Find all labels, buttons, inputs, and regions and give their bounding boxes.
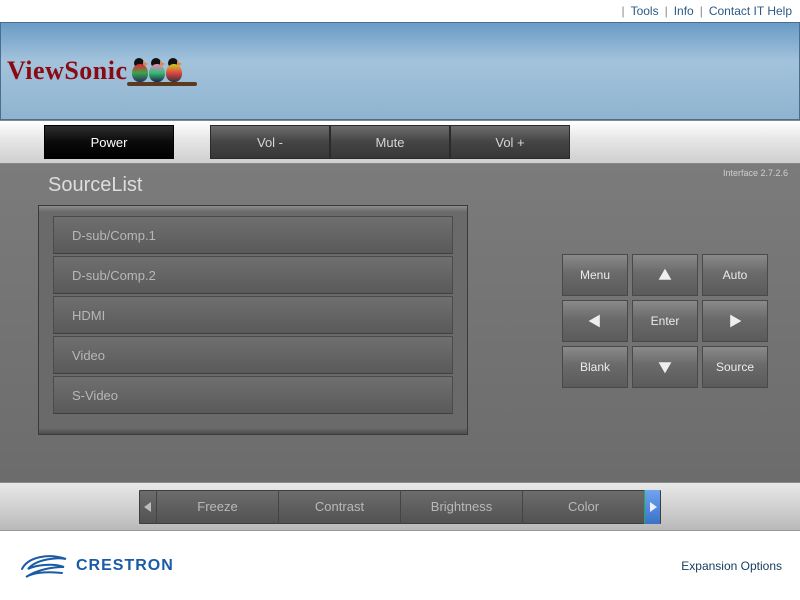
- source-item-dsub1[interactable]: D-sub/Comp.1: [53, 216, 453, 254]
- source-list-panel: D-sub/Comp.1 D-sub/Comp.2 HDMI Video S-V…: [38, 205, 468, 435]
- freeze-button[interactable]: Freeze: [156, 490, 278, 524]
- brand-banner: ViewSonic: [0, 22, 800, 120]
- adjust-slider: Freeze Contrast Brightness Color: [139, 490, 661, 524]
- source-list-title: SourceList: [48, 174, 780, 197]
- adjust-strip: Freeze Contrast Brightness Color: [0, 482, 800, 530]
- brand-birds-icon: [134, 56, 197, 86]
- brightness-button[interactable]: Brightness: [400, 490, 522, 524]
- nav-separator: |: [665, 4, 668, 18]
- source-item-svideo[interactable]: S-Video: [53, 376, 453, 414]
- blank-button[interactable]: Blank: [562, 346, 628, 388]
- nav-tools-link[interactable]: Tools: [631, 4, 659, 18]
- nav-info-link[interactable]: Info: [674, 4, 694, 18]
- arrow-down-button[interactable]: [632, 346, 698, 388]
- expansion-options-link[interactable]: Expansion Options: [681, 559, 782, 573]
- source-item-video[interactable]: Video: [53, 336, 453, 374]
- arrow-down-icon: [657, 359, 673, 375]
- crestron-logo-text: CRESTRON: [76, 557, 174, 575]
- power-button[interactable]: Power: [44, 125, 174, 159]
- arrow-up-button[interactable]: [632, 254, 698, 296]
- arrow-up-icon: [657, 267, 673, 283]
- footer: CRESTRON Expansion Options: [0, 530, 800, 600]
- arrow-right-icon: [727, 313, 743, 329]
- source-button[interactable]: Source: [702, 346, 768, 388]
- contrast-button[interactable]: Contrast: [278, 490, 400, 524]
- nav-separator: |: [700, 4, 703, 18]
- toolbar: Power Vol - Mute Vol +: [0, 120, 800, 164]
- enter-button[interactable]: Enter: [632, 300, 698, 342]
- main-panel: Interface 2.7.2.6 SourceList D-sub/Comp.…: [0, 164, 800, 482]
- color-button[interactable]: Color: [522, 490, 644, 524]
- arrow-right-button[interactable]: [702, 300, 768, 342]
- slider-next-button[interactable]: [644, 490, 660, 524]
- nav-separator: |: [621, 4, 624, 18]
- volume-up-button[interactable]: Vol +: [450, 125, 570, 159]
- arrow-left-button[interactable]: [562, 300, 628, 342]
- source-item-hdmi[interactable]: HDMI: [53, 296, 453, 334]
- nav-keypad: Menu Auto Enter Blank Source: [562, 254, 768, 388]
- chevron-left-icon: [144, 502, 152, 512]
- crestron-swirl-icon: [18, 551, 72, 581]
- mute-button[interactable]: Mute: [330, 125, 450, 159]
- chevron-right-icon: [649, 502, 657, 512]
- arrow-left-icon: [587, 313, 603, 329]
- crestron-logo: CRESTRON: [18, 551, 174, 581]
- nav-contact-link[interactable]: Contact IT Help: [709, 4, 792, 18]
- menu-button[interactable]: Menu: [562, 254, 628, 296]
- brand-logo-text: ViewSonic: [7, 56, 128, 86]
- auto-button[interactable]: Auto: [702, 254, 768, 296]
- slider-prev-button[interactable]: [140, 490, 156, 524]
- interface-version-label: Interface 2.7.2.6: [723, 168, 788, 178]
- source-item-dsub2[interactable]: D-sub/Comp.2: [53, 256, 453, 294]
- volume-down-button[interactable]: Vol -: [210, 125, 330, 159]
- top-nav: | Tools | Info | Contact IT Help: [0, 0, 800, 22]
